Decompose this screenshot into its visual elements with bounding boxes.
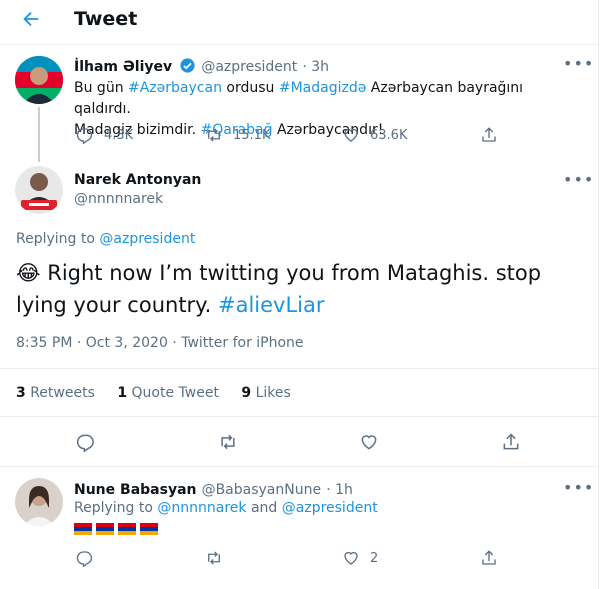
verified-icon [180,58,195,73]
replying-label: Replying to [74,500,158,516]
replying-label: Replying to [16,231,100,247]
armenia-flag-icon [118,523,136,535]
avatar[interactable] [15,166,63,214]
avatar[interactable] [15,478,63,526]
reply-icon [76,128,93,144]
quote-count: 1 [117,385,128,401]
parent-tweet-header: İlham Əliyev @azpresident · 3h [74,56,329,75]
text-segment: Bu gün [74,80,129,96]
text-segment: Right now I’m twitting you from Mataghis… [40,261,542,285]
author-name[interactable]: İlham Əliyev [74,59,172,75]
text-segment: lying your country. [16,293,218,317]
author-handle[interactable]: @BabasyanNune [202,482,322,498]
share-button[interactable] [501,432,521,452]
more-icon[interactable]: ••• [563,478,594,497]
mention-link[interactable]: @azpresident [282,500,378,516]
retweet-button[interactable] [218,432,238,452]
reply-button[interactable]: 4.3K [76,126,133,144]
header: Tweet [0,0,598,40]
armenia-flag-icon [140,523,158,535]
like-icon [344,551,358,565]
page-title: Tweet [74,8,138,30]
likes-label: Likes [255,385,291,401]
text-segment: and [246,500,282,516]
reply-button[interactable] [76,549,94,567]
laughing-emoji-icon: 😂 [16,261,41,285]
share-icon [482,127,496,142]
mention-link[interactable]: @azpresident [99,231,195,247]
likes-stat[interactable]: 9 Likes [241,385,290,401]
like-count: 2 [370,550,379,566]
more-icon[interactable]: ••• [563,54,594,73]
armenia-flag-icon [74,523,92,535]
author-name[interactable]: Narek Antonyan [74,172,201,188]
retweets-count: 3 [16,385,26,401]
reply-icon [76,434,94,452]
hashtag-link[interactable]: #Madagizdə [279,80,366,96]
like-icon [344,128,358,142]
retweet-icon [208,128,220,142]
retweet-icon [221,434,235,450]
back-arrow-icon[interactable] [20,8,42,30]
column-border [598,0,599,589]
likes-count: 9 [241,385,252,401]
tweet-stats: 3 Retweets 1 Quote Tweet 9 Likes [16,385,291,401]
thread-connector [38,107,40,162]
tweet-time[interactable]: · 3h [302,59,329,75]
reply-button[interactable] [76,432,96,452]
retweet-button[interactable] [205,549,223,567]
header-divider [0,44,598,45]
more-icon[interactable]: ••• [563,170,594,189]
replying-to: Replying to @nnnnnarek and @azpresident [74,500,378,516]
retweet-count: 15.1K [233,127,271,143]
reply-icon [76,551,93,567]
author-name[interactable]: Nune Babasyan [74,482,196,498]
reply-tweet-header: Nune Babasyan @BabasyanNune · 1h [74,479,353,498]
share-icon [482,550,496,565]
replying-to: Replying to @azpresident [16,231,195,247]
tweet-text: 😂 Right now I’m twitting you from Matagh… [16,257,586,321]
like-button[interactable]: 2 [342,549,378,567]
mention-link[interactable]: @nnnnnarek [157,500,246,516]
like-count: 63.6K [370,127,408,143]
like-button[interactable]: 63.6K [342,126,407,144]
like-icon [361,435,377,450]
retweet-icon [208,551,220,565]
armenia-flag-icon [96,523,114,535]
quote-label: Quote Tweet [131,385,219,401]
tweet-meta[interactable]: 8:35 PM · Oct 3, 2020 · Twitter for iPho… [16,335,304,351]
share-button[interactable] [480,549,498,567]
parent-tweet-text: Bu gün #Azərbaycan ordusu #Madagizdə Azə… [74,78,584,141]
retweets-stat[interactable]: 3 Retweets [16,385,95,401]
tweet-time[interactable]: · 1h [326,482,353,498]
divider [0,466,598,467]
author-handle[interactable]: @azpresident [201,59,297,75]
retweets-label: Retweets [30,385,95,401]
share-button[interactable] [480,126,498,144]
reply-count: 4.3K [104,127,134,143]
retweet-button[interactable]: 15.1K [205,126,270,144]
hashtag-link[interactable]: #alievLiar [218,293,325,317]
divider [0,368,598,369]
share-icon [503,433,519,450]
text-segment: ordusu [221,80,279,96]
hashtag-link[interactable]: #Azərbaycan [128,80,222,96]
avatar[interactable] [15,56,63,104]
like-button[interactable] [359,432,379,452]
flag-emoji-row [74,523,158,535]
divider [0,416,598,417]
quote-stat[interactable]: 1 Quote Tweet [117,385,219,401]
author-handle[interactable]: @nnnnnarek [74,191,163,207]
